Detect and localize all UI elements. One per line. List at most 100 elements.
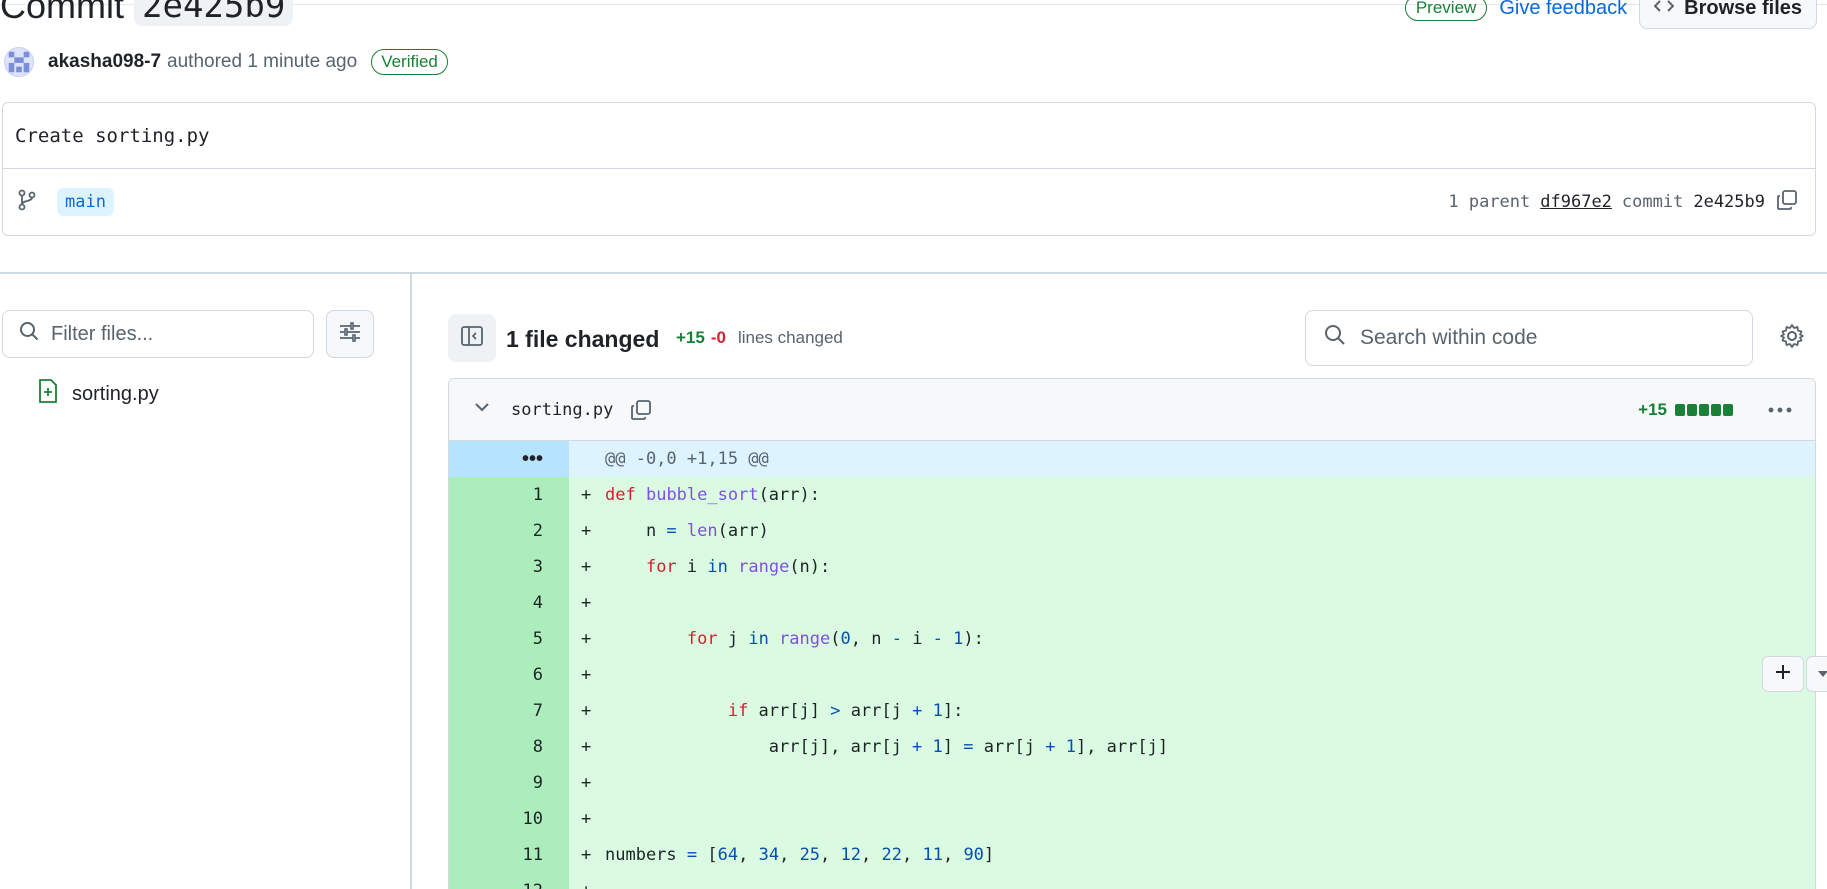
code-token: len	[686, 521, 718, 541]
diff-code: +	[569, 657, 1815, 693]
author-name[interactable]: akasha098-7	[48, 51, 161, 73]
diff-code: + for i in range (n):	[569, 549, 1815, 585]
add-line-comment-button[interactable]	[1762, 656, 1804, 692]
line-number[interactable]: 12	[449, 873, 569, 889]
files-changed-count: 1 file changed	[506, 326, 660, 352]
line-number[interactable]: 11	[449, 837, 569, 873]
code-token: def	[605, 485, 636, 505]
parent-sha-link[interactable]: df967e2	[1540, 192, 1612, 212]
chevron-down-icon[interactable]	[473, 398, 491, 421]
diffstat-bar	[1687, 403, 1697, 416]
code-token: 22	[881, 845, 902, 865]
expand-hunk-button[interactable]: •••	[449, 441, 569, 477]
code-token: +	[912, 701, 923, 721]
line-number[interactable]: 5	[449, 621, 569, 657]
browse-files-label: Browse files	[1684, 0, 1802, 19]
code-token: ]	[983, 845, 995, 865]
give-feedback-link[interactable]: Give feedback	[1499, 0, 1627, 20]
more-options-icon[interactable]	[1767, 401, 1793, 419]
section-divider	[0, 272, 1827, 274]
diff-code: + arr[j], arr[j + 1] = arr[j + 1], arr[j…	[569, 729, 1815, 765]
diffstat-bar	[1675, 403, 1685, 416]
line-number[interactable]: 1	[449, 477, 569, 513]
code-token: 0	[840, 629, 851, 649]
avatar[interactable]	[4, 47, 34, 77]
line-number[interactable]: 9	[449, 765, 569, 801]
filter-files-input[interactable]: Filter files...	[2, 310, 314, 358]
diff-line: 8 + arr[j], arr[j + 1] = arr[j + 1], arr…	[449, 729, 1815, 765]
code-token: (n):	[789, 557, 831, 577]
line-number[interactable]: 7	[449, 693, 569, 729]
diff-line: 10 +	[449, 801, 1815, 837]
copy-icon[interactable]	[629, 398, 653, 422]
diff-code: +	[569, 801, 1815, 837]
code-token: (	[830, 629, 841, 649]
code-token: if	[727, 701, 749, 721]
file-tree-item-label: sorting.py	[72, 382, 159, 405]
code-token: n	[605, 521, 667, 541]
diff-code: + numbers = [64, 34, 25, 12, 22, 11, 90]	[569, 837, 1815, 873]
code-token: , n	[850, 629, 892, 649]
commit-message: Create sorting.py	[3, 103, 1815, 169]
code-token: ,	[738, 845, 759, 865]
diff-code: +	[569, 765, 1815, 801]
code-token: -	[932, 629, 943, 649]
diff-code: + if arr[j] > arr[j + 1]:	[569, 693, 1815, 729]
diff-file-name[interactable]: sorting.py	[511, 400, 613, 420]
line-number[interactable]: 8	[449, 729, 569, 765]
preview-badge: Preview	[1404, 0, 1488, 21]
verified-badge[interactable]: Verified	[371, 49, 448, 75]
diff-line: 6 +	[449, 657, 1815, 693]
code-token: (arr):	[758, 485, 820, 505]
commit-parent-info: 1 parent df967e2 commit 2e425b9	[1448, 188, 1799, 217]
file-tree-item[interactable]: sorting.py	[38, 378, 159, 410]
line-number[interactable]: 6	[449, 657, 569, 693]
code-token: +	[1045, 737, 1056, 757]
file-diff-header: sorting.py +15	[449, 379, 1815, 441]
code-token: in	[748, 629, 769, 649]
sliders-icon	[339, 321, 361, 348]
filter-files-placeholder: Filter files...	[51, 322, 154, 345]
authored-time: authored 1 minute ago	[167, 51, 358, 72]
line-number[interactable]: 4	[449, 585, 569, 621]
code-token: 12	[840, 845, 862, 865]
sidebar-divider[interactable]	[410, 274, 412, 889]
code-token: numbers	[605, 845, 687, 865]
commit-meta: main 1 parent df967e2 commit 2e425b9	[3, 169, 1815, 235]
diffstat-bar	[1711, 403, 1721, 416]
code-token: ]	[942, 737, 964, 757]
code-token: 64	[717, 845, 739, 865]
code-token: ,	[820, 845, 841, 865]
diff-code: +	[569, 585, 1815, 621]
code-token: -	[891, 629, 902, 649]
toggle-file-tree-button[interactable]	[448, 314, 496, 362]
code-token: 1	[932, 737, 943, 757]
diff-settings-button[interactable]	[1776, 322, 1808, 354]
code-token: range	[738, 557, 790, 577]
diffstat-bars	[1675, 403, 1733, 416]
code-token: (arr)	[717, 521, 769, 541]
line-number[interactable]: 10	[449, 801, 569, 837]
line-number[interactable]: 3	[449, 549, 569, 585]
diff-stats: +15 -0 lines changed	[676, 328, 843, 348]
sidebar-collapse-icon	[460, 324, 484, 353]
search-within-code-input[interactable]: Search within code	[1305, 310, 1753, 366]
copy-icon[interactable]	[1775, 188, 1799, 217]
code-token: +	[912, 737, 923, 757]
browse-files-button[interactable]: Browse files	[1639, 0, 1817, 29]
branch-link[interactable]: main	[57, 188, 114, 216]
code-token: arr[j	[973, 737, 1046, 757]
line-comment-menu-button[interactable]	[1806, 656, 1827, 692]
line-number[interactable]: 2	[449, 513, 569, 549]
hunk-header-row: ••• @@ -0,0 +1,15 @@	[449, 441, 1815, 477]
code-token: ):	[963, 629, 984, 649]
code-token: ]:	[942, 701, 964, 721]
filter-options-button[interactable]	[326, 310, 374, 358]
diffstat-bar	[1699, 403, 1709, 416]
code-token: arr[j	[840, 701, 913, 721]
